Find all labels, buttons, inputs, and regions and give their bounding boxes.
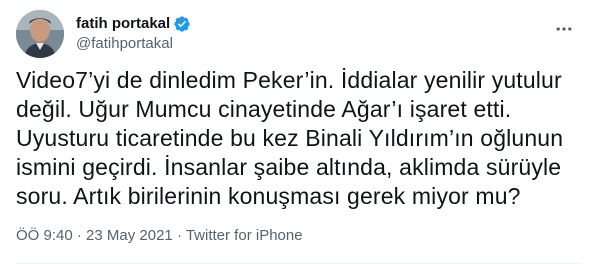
separator: · bbox=[172, 227, 186, 244]
tweet-date[interactable]: 23 May 2021 bbox=[86, 227, 173, 244]
avatar[interactable] bbox=[16, 10, 64, 58]
tweet-source[interactable]: Twitter for iPhone bbox=[186, 227, 303, 244]
author-handle[interactable]: @fatihportakal bbox=[76, 34, 191, 54]
more-horizontal-icon bbox=[556, 27, 572, 31]
verified-badge-icon bbox=[173, 15, 191, 33]
tweet-header: fatih portakal @fatihportakal bbox=[16, 10, 581, 58]
tweet-card: fatih portakal @fatihportakal Video7’yi … bbox=[0, 0, 597, 264]
avatar-image bbox=[16, 10, 64, 58]
tweet-metadata: ÖÖ 9:40 · 23 May 2021 · Twitter for iPho… bbox=[16, 226, 303, 246]
tweet-text: Video7’yi de dinledim Peker’in. İddialar… bbox=[16, 67, 564, 209]
display-name[interactable]: fatih portakal bbox=[76, 14, 170, 34]
separator: · bbox=[72, 227, 87, 244]
author-names: fatih portakal @fatihportakal bbox=[76, 14, 191, 54]
more-options-button[interactable] bbox=[547, 12, 581, 46]
name-row: fatih portakal bbox=[76, 14, 191, 34]
tweet-time[interactable]: ÖÖ 9:40 bbox=[16, 227, 73, 244]
